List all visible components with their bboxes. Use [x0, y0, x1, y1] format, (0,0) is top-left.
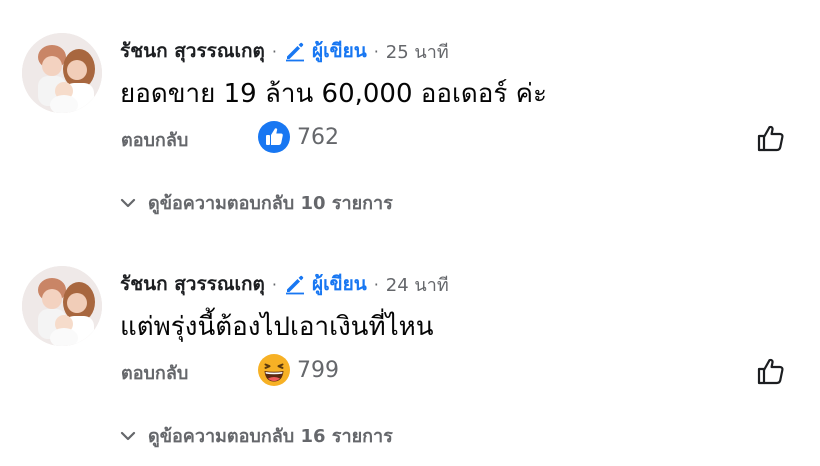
- reply-button[interactable]: ตอบกลับ: [121, 125, 188, 154]
- author-badge: ผู้เขียน: [284, 269, 367, 299]
- avatar[interactable]: [22, 33, 102, 113]
- comment: รัชนก สุวรรณเกตุ · ผู้เขียน · 25 นาที ยอ…: [0, 0, 820, 233]
- view-replies-button[interactable]: ดูข้อความตอบกลับ 16 รายการ: [120, 421, 393, 450]
- comment: รัชนก สุวรรณเกตุ · ผู้เขียน · 24 นาที แต…: [0, 233, 820, 466]
- separator-dot: ·: [373, 274, 379, 294]
- chevron-down-icon: [120, 431, 136, 440]
- thumbs-up-icon: [757, 358, 784, 385]
- avatar[interactable]: [22, 266, 102, 346]
- comment-header: รัชนก สุวรรณเกตุ · ผู้เขียน · 25 นาที: [120, 36, 449, 66]
- haha-icon: [258, 354, 290, 386]
- reaction-summary[interactable]: 762: [257, 120, 339, 154]
- chevron-down-icon: [120, 198, 136, 207]
- view-replies-label: ดูข้อความตอบกลับ 16 รายการ: [148, 426, 393, 447]
- like-icon: [258, 121, 290, 153]
- reaction-count: 799: [297, 357, 339, 383]
- author-badge-label: ผู้เขียน: [311, 273, 367, 295]
- reply-button[interactable]: ตอบกลับ: [121, 358, 188, 387]
- thumbs-up-icon: [757, 125, 784, 152]
- separator-dot: ·: [373, 41, 379, 61]
- reaction-summary[interactable]: 799: [257, 353, 339, 387]
- view-replies-button[interactable]: ดูข้อความตอบกลับ 10 รายการ: [120, 188, 393, 217]
- pencil-icon: [285, 42, 304, 62]
- like-button[interactable]: [752, 119, 790, 157]
- author-badge: ผู้เขียน: [284, 36, 367, 66]
- separator-dot: ·: [271, 274, 277, 294]
- author-name[interactable]: รัชนก สุวรรณเกตุ: [120, 269, 265, 299]
- author-badge-label: ผู้เขียน: [311, 40, 367, 62]
- author-name[interactable]: รัชนก สุวรรณเกตุ: [120, 36, 265, 66]
- separator-dot: ·: [271, 41, 277, 61]
- view-replies-label: ดูข้อความตอบกลับ 10 รายการ: [148, 193, 393, 214]
- pencil-icon: [285, 275, 304, 295]
- reaction-count: 762: [297, 124, 339, 150]
- comment-text: ยอดขาย 19 ล้าน 60,000 ออเดอร์ ค่ะ: [120, 79, 547, 109]
- comment-timestamp[interactable]: 25 นาที: [386, 37, 449, 66]
- comment-text: แต่พรุ่งนี้ต้องไปเอาเงินที่ไหน: [120, 312, 434, 342]
- comment-timestamp[interactable]: 24 นาที: [386, 270, 449, 299]
- comment-header: รัชนก สุวรรณเกตุ · ผู้เขียน · 24 นาที: [120, 269, 449, 299]
- like-button[interactable]: [752, 352, 790, 390]
